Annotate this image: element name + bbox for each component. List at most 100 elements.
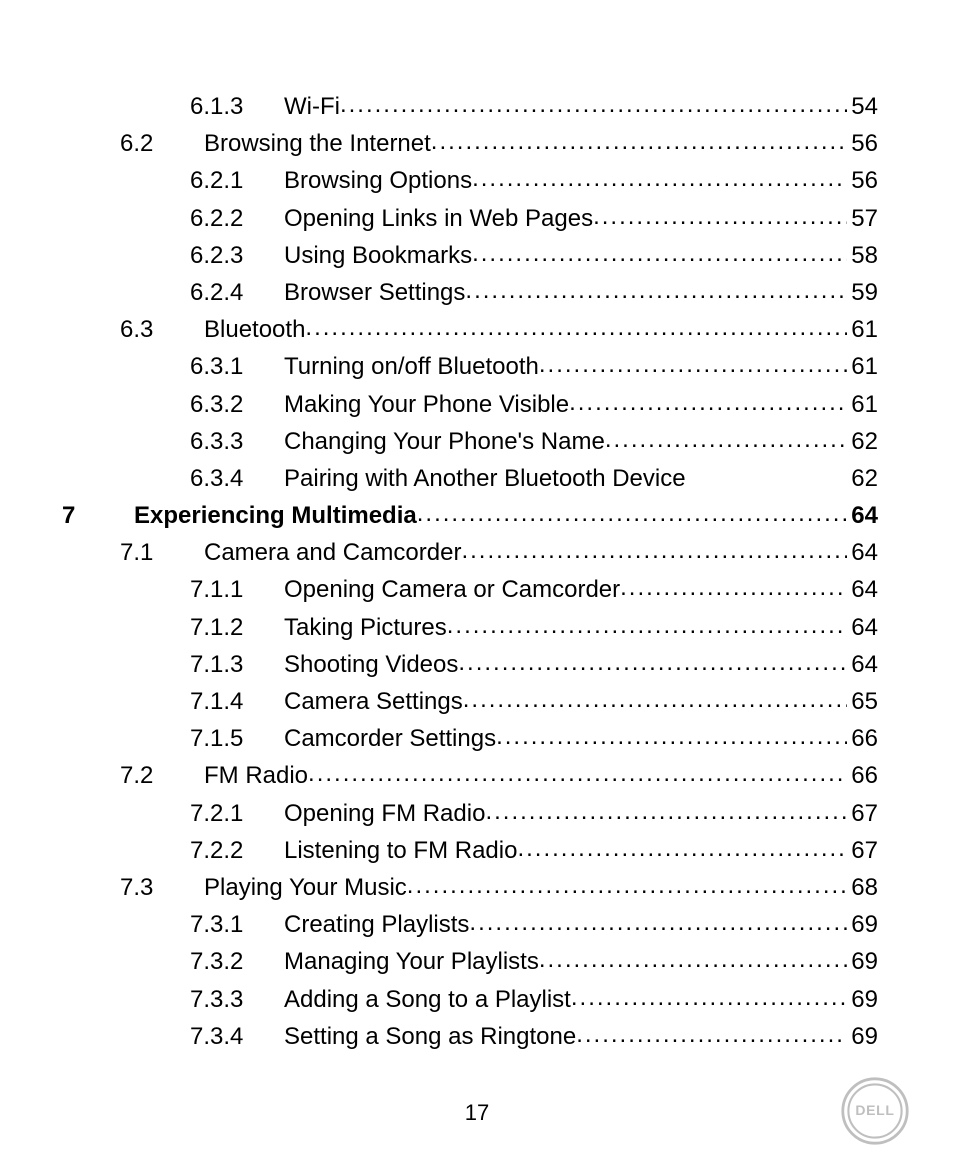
toc-entry-number: 7 bbox=[62, 497, 134, 534]
toc-entry[interactable]: 6.3.1Turning on/off Bluetooth61 bbox=[62, 348, 878, 385]
toc-entry-title: Turning on/off Bluetooth bbox=[284, 348, 539, 385]
toc-entry-leader bbox=[517, 830, 847, 867]
toc-entry-number: 7.1.2 bbox=[190, 609, 284, 646]
page: 6.1.3Wi-Fi546.2Browsing the Internet566.… bbox=[0, 0, 954, 1168]
toc-entry[interactable]: 6.2Browsing the Internet 56 bbox=[62, 125, 878, 162]
toc-entry[interactable]: 7.3Playing Your Music 68 bbox=[62, 869, 878, 906]
toc-entry-title: Creating Playlists bbox=[284, 906, 469, 943]
toc-entry[interactable]: 7.3.4Setting a Song as Ringtone69 bbox=[62, 1018, 878, 1055]
toc-entry-leader bbox=[458, 644, 847, 681]
toc-entry[interactable]: 7.1.3Shooting Videos 64 bbox=[62, 646, 878, 683]
toc-entry-leader bbox=[620, 569, 847, 606]
toc-entry-leader bbox=[496, 718, 847, 755]
toc-entry-number: 6.3.3 bbox=[190, 423, 284, 460]
toc-entry-number: 7.1.3 bbox=[190, 646, 284, 683]
toc-entry-title: Browsing the Internet bbox=[204, 125, 431, 162]
toc-entry-page: 66 bbox=[847, 720, 878, 757]
toc-entry[interactable]: 7.1.1Opening Camera or Camcorder64 bbox=[62, 571, 878, 608]
toc-entry[interactable]: 7.2FM Radio66 bbox=[62, 757, 878, 794]
toc-entry-title: Adding a Song to a Playlist bbox=[284, 981, 571, 1018]
toc-entry-title: Using Bookmarks bbox=[284, 237, 472, 274]
toc-entry-number: 7.3.4 bbox=[190, 1018, 284, 1055]
toc-entry-title: Camera and Camcorder bbox=[204, 534, 461, 571]
toc-entry-page: 64 bbox=[847, 646, 878, 683]
toc-entry-page: 67 bbox=[847, 832, 878, 869]
toc-entry-page: 66 bbox=[847, 757, 878, 794]
dell-logo-icon: DELL bbox=[840, 1076, 910, 1146]
toc-entry-page: 68 bbox=[847, 869, 878, 906]
toc-entry-title: Opening Camera or Camcorder bbox=[284, 571, 620, 608]
toc-entry-title: Setting a Song as Ringtone bbox=[284, 1018, 576, 1055]
toc-entry-leader bbox=[407, 867, 848, 904]
toc-entry-number: 6.3.2 bbox=[190, 386, 284, 423]
toc-entry[interactable]: 6.3Bluetooth61 bbox=[62, 311, 878, 348]
toc-entry-leader bbox=[463, 681, 848, 718]
toc-entry-leader bbox=[539, 941, 847, 978]
toc-entry-page: 64 bbox=[847, 497, 878, 534]
toc-entry-title: Making Your Phone Visible bbox=[284, 386, 569, 423]
toc-entry[interactable]: 6.3.4Pairing with Another Bluetooth Devi… bbox=[62, 460, 878, 497]
toc-entry-number: 7.3 bbox=[120, 869, 204, 906]
toc-entry-page: 57 bbox=[847, 200, 878, 237]
toc-entry-number: 6.2.4 bbox=[190, 274, 284, 311]
toc-entry-leader bbox=[485, 793, 847, 830]
toc-entry[interactable]: 7.3.2Managing Your Playlists69 bbox=[62, 943, 878, 980]
toc-entry-page: 67 bbox=[847, 795, 878, 832]
toc-entry[interactable]: 7Experiencing Multimedia 64 bbox=[62, 497, 878, 534]
toc-entry[interactable]: 7.3.3Adding a Song to a Playlist69 bbox=[62, 981, 878, 1018]
toc-entry[interactable]: 7.1Camera and Camcorder 64 bbox=[62, 534, 878, 571]
toc-entry[interactable]: 7.2.2Listening to FM Radio 67 bbox=[62, 832, 878, 869]
toc-entry[interactable]: 7.1.4Camera Settings65 bbox=[62, 683, 878, 720]
toc-entry-page: 61 bbox=[847, 311, 878, 348]
toc-entry-title: Camcorder Settings bbox=[284, 720, 496, 757]
toc-entry[interactable]: 6.3.3Changing Your Phone's Name62 bbox=[62, 423, 878, 460]
toc-entry-title: Wi-Fi bbox=[284, 88, 340, 125]
toc-entry-leader bbox=[469, 904, 847, 941]
toc-entry-page: 58 bbox=[847, 237, 878, 274]
toc-entry-number: 6.2 bbox=[120, 125, 204, 162]
toc-entry-page: 64 bbox=[847, 571, 878, 608]
toc-entry-number: 7.1.4 bbox=[190, 683, 284, 720]
toc-entry-number: 7.3.3 bbox=[190, 981, 284, 1018]
toc-entry-leader bbox=[605, 421, 847, 458]
toc-entry[interactable]: 7.1.2Taking Pictures64 bbox=[62, 609, 878, 646]
toc-entry-leader bbox=[447, 607, 848, 644]
toc-entry-page: 59 bbox=[847, 274, 878, 311]
toc-entry-title: Shooting Videos bbox=[284, 646, 458, 683]
toc-entry-leader bbox=[340, 86, 847, 123]
table-of-contents: 6.1.3Wi-Fi546.2Browsing the Internet566.… bbox=[62, 88, 878, 1055]
toc-entry[interactable]: 6.3.2Making Your Phone Visible61 bbox=[62, 386, 878, 423]
toc-entry-number: 7.2.2 bbox=[190, 832, 284, 869]
toc-entry-page: 62 bbox=[847, 423, 878, 460]
toc-entry-number: 7.1.5 bbox=[190, 720, 284, 757]
toc-entry[interactable]: 7.2.1Opening FM Radio67 bbox=[62, 795, 878, 832]
toc-entry-number: 6.2.1 bbox=[190, 162, 284, 199]
toc-entry-title: Playing Your Music bbox=[204, 869, 407, 906]
toc-entry-page: 56 bbox=[847, 125, 878, 162]
toc-entry-leader bbox=[593, 198, 847, 235]
toc-entry-page: 62 bbox=[847, 460, 878, 497]
toc-entry-number: 7.1 bbox=[120, 534, 204, 571]
toc-entry-title: Listening to FM Radio bbox=[284, 832, 517, 869]
toc-entry[interactable]: 7.3.1Creating Playlists69 bbox=[62, 906, 878, 943]
toc-entry-number: 6.1.3 bbox=[190, 88, 284, 125]
toc-entry[interactable]: 6.2.3Using Bookmarks58 bbox=[62, 237, 878, 274]
toc-entry-title: Experiencing Multimedia bbox=[134, 497, 417, 534]
toc-entry[interactable]: 6.1.3Wi-Fi54 bbox=[62, 88, 878, 125]
toc-entry-title: Managing Your Playlists bbox=[284, 943, 539, 980]
toc-entry[interactable]: 6.2.4Browser Settings59 bbox=[62, 274, 878, 311]
toc-entry-number: 6.2.2 bbox=[190, 200, 284, 237]
toc-entry-leader bbox=[571, 979, 847, 1016]
toc-entry-page: 65 bbox=[847, 683, 878, 720]
toc-entry-page: 56 bbox=[847, 162, 878, 199]
toc-entry-title: Bluetooth bbox=[204, 311, 305, 348]
toc-entry[interactable]: 6.2.2Opening Links in Web Pages57 bbox=[62, 200, 878, 237]
toc-entry-number: 6.3.4 bbox=[190, 460, 284, 497]
toc-entry[interactable]: 7.1.5Camcorder Settings 66 bbox=[62, 720, 878, 757]
toc-entry-page: 69 bbox=[847, 943, 878, 980]
toc-entry[interactable]: 6.2.1Browsing Options56 bbox=[62, 162, 878, 199]
page-number: 17 bbox=[0, 1096, 954, 1130]
toc-entry-leader bbox=[576, 1016, 847, 1053]
toc-entry-leader bbox=[569, 384, 847, 421]
toc-entry-page: 64 bbox=[847, 534, 878, 571]
